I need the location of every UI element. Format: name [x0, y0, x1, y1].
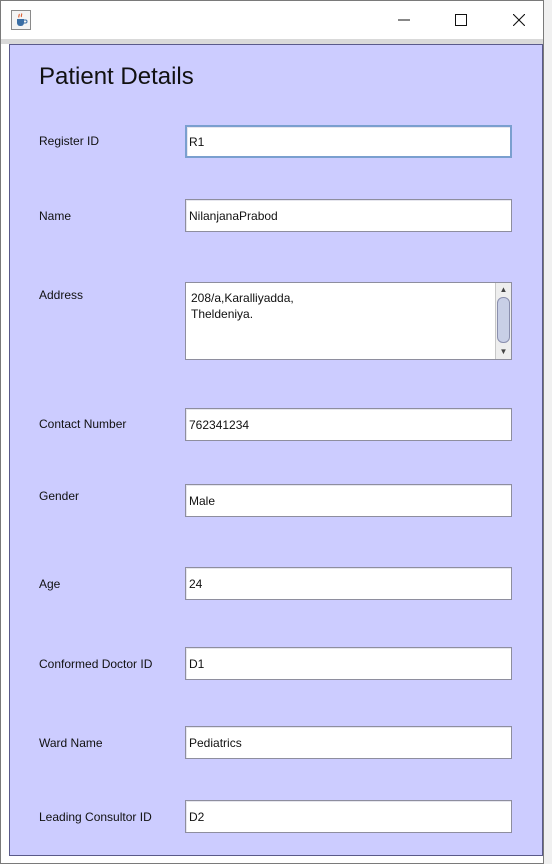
name-label: Name — [39, 209, 72, 223]
leading-consultor-id-label: Leading Consultor ID — [39, 810, 152, 824]
ward-name-label: Ward Name — [39, 736, 103, 750]
page-title: Patient Details — [39, 63, 194, 90]
contact-number-input[interactable] — [185, 408, 512, 441]
address-textarea[interactable]: 208/a,Karalliyadda, Theldeniya. — [186, 283, 495, 359]
close-icon — [513, 14, 525, 26]
age-input[interactable] — [185, 567, 512, 600]
minimize-button[interactable] — [381, 1, 427, 39]
address-label: Address — [39, 288, 84, 302]
leading-consultor-id-input[interactable] — [185, 800, 512, 833]
scroll-up-arrow-icon[interactable]: ▲ — [496, 283, 511, 297]
register-id-input[interactable] — [185, 125, 512, 158]
conformed-doctor-id-label: Conformed Doctor ID — [39, 657, 153, 671]
minimize-icon — [398, 19, 410, 21]
gender-input[interactable] — [185, 484, 512, 517]
conformed-doctor-id-input[interactable] — [185, 647, 512, 680]
register-id-label: Register ID — [39, 134, 100, 148]
application-window: Patient Details Register ID Name Address… — [0, 0, 544, 864]
maximize-button[interactable] — [438, 1, 484, 39]
scroll-down-arrow-icon[interactable]: ▼ — [496, 345, 511, 359]
close-button[interactable] — [496, 1, 542, 39]
patient-details-panel: Patient Details Register ID Name Address… — [9, 44, 543, 856]
maximize-icon — [455, 14, 467, 26]
age-label: Age — [39, 577, 61, 591]
title-bar[interactable] — [1, 1, 543, 39]
scrollbar-thumb[interactable] — [497, 297, 510, 343]
gender-label: Gender — [39, 489, 80, 503]
background-window-edge — [544, 0, 552, 864]
contact-number-label: Contact Number — [39, 417, 127, 431]
java-coffee-cup-icon — [11, 10, 31, 30]
name-input[interactable] — [185, 199, 512, 232]
ward-name-input[interactable] — [185, 726, 512, 759]
address-scrollbar[interactable]: ▲ ▼ — [495, 283, 511, 359]
address-textarea-container: 208/a,Karalliyadda, Theldeniya. ▲ ▼ — [185, 282, 512, 360]
